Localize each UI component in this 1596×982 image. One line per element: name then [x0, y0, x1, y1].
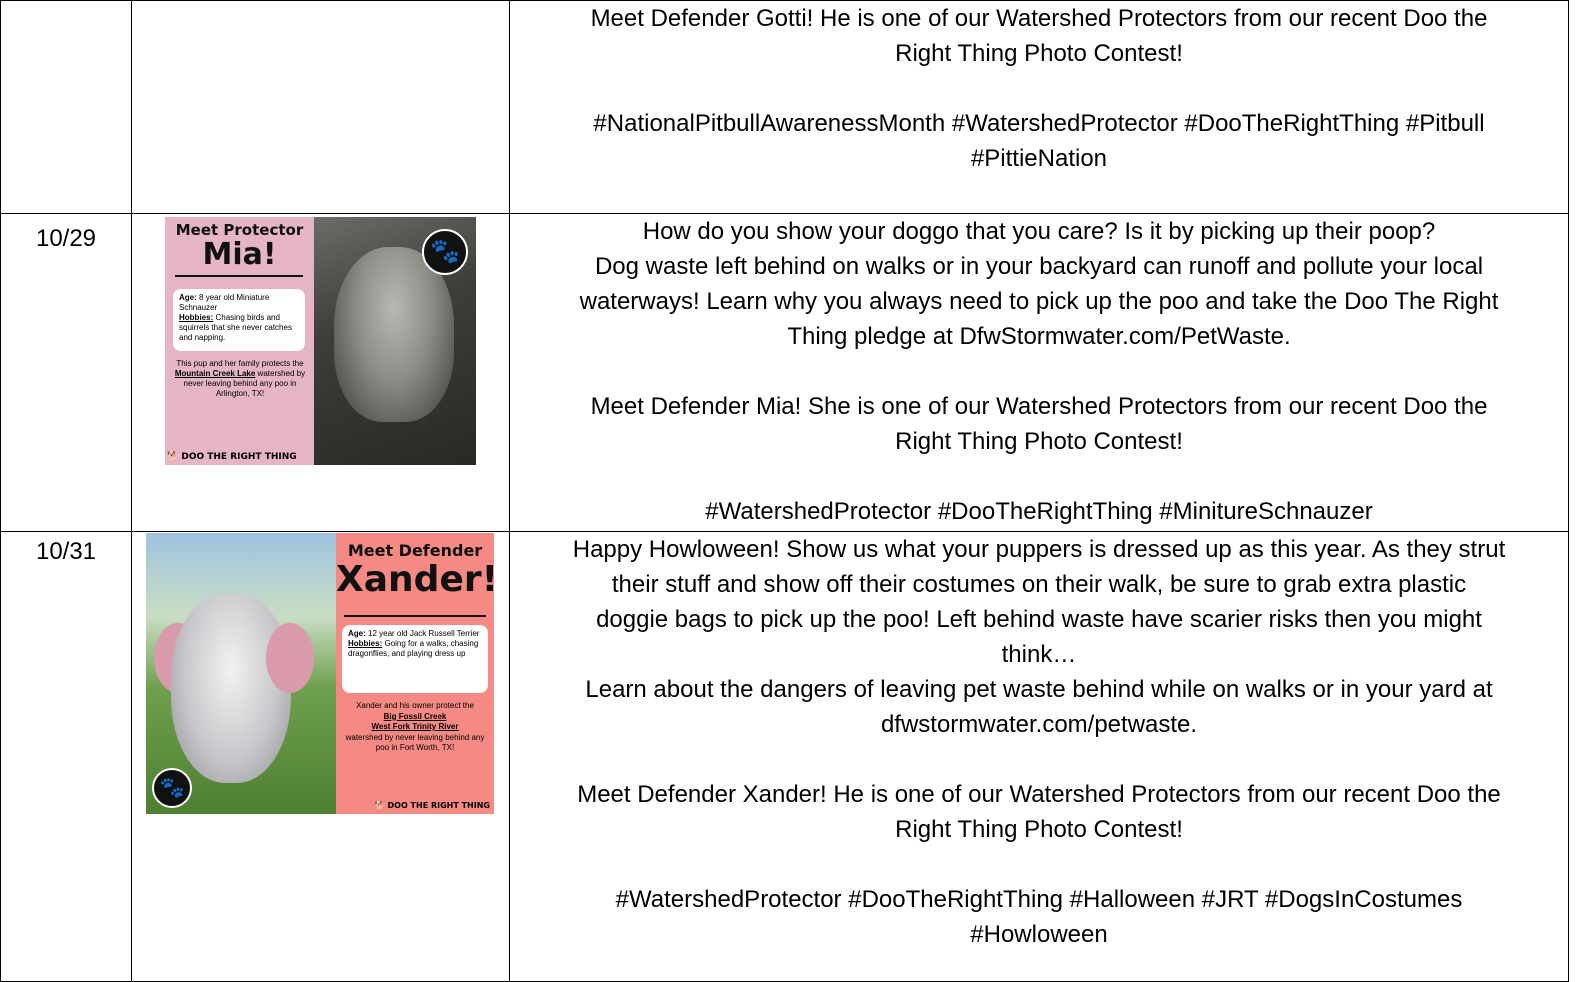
watershed-description: This pup and her family protects the Mou… — [171, 359, 309, 399]
text-line: dfwstormwater.com/petwaste. — [880, 711, 1198, 738]
hashtags-line: #WatershedProtector #DooTheRightThing #H… — [615, 886, 1463, 913]
paw-icon: 🐾 — [422, 229, 468, 275]
hashtags-line: #PittieNation — [970, 145, 1108, 172]
costume-ear — [266, 623, 314, 693]
desc-text: Xander and his owner protect the — [356, 701, 474, 710]
hashtags-line: #Howloween — [970, 921, 1108, 948]
dog-silhouette-icon: 🐕 — [167, 452, 179, 462]
text-line: Meet Defender Mia! She is one of our Wat… — [590, 393, 1488, 420]
text-line: think… — [1001, 641, 1077, 668]
text-line: Thing pledge at DfwStormwater.com/PetWas… — [787, 323, 1291, 350]
hashtags-line: #NationalPitbullAwarenessMonth #Watershe… — [593, 110, 1485, 137]
xander-post-graphic: Meet Defender Xander! Age: 12 year old J… — [146, 533, 494, 814]
info-card: Age: 8 year old Miniature Schnauzer Hobb… — [173, 289, 305, 351]
text-line: Meet Defender Gotti! He is one of our Wa… — [590, 5, 1488, 32]
brand-text: DOO THE RIGHT THING — [181, 452, 297, 462]
brand-text: DOO THE RIGHT THING — [387, 801, 490, 810]
text-line: Happy Howloween! Show us what your puppe… — [572, 536, 1506, 563]
table-row: Meet Defender Gotti! He is one of our Wa… — [0, 0, 1569, 214]
text-line: Learn about the dangers of leaving pet w… — [585, 676, 1493, 703]
post-text-cell: Happy Howloween! Show us what your puppe… — [509, 531, 1569, 982]
info-card: Age: 12 year old Jack Russell Terrier Ho… — [342, 625, 488, 693]
text-line: How do you show your doggo that you care… — [642, 218, 1436, 245]
age-value: 12 year old Jack Russell Terrier — [368, 629, 480, 638]
dog-silhouette-icon: 🐕 — [374, 801, 385, 810]
text-line: doggie bags to pick up the poo! Left beh… — [596, 606, 1482, 633]
divider — [344, 615, 486, 617]
watershed-description: Xander and his owner protect the Big Fos… — [338, 701, 492, 754]
text-line: Meet Defender Xander! He is one of our W… — [577, 781, 1501, 808]
date-cell: 10/29 — [0, 213, 132, 532]
text-line: Right Thing Photo Contest! — [895, 40, 1183, 67]
schedule-table: Meet Defender Gotti! He is one of our Wa… — [0, 0, 1569, 982]
date-cell: 10/31 — [0, 531, 132, 982]
paw-icon: 🐾 — [152, 768, 192, 808]
age-label: Age: — [179, 293, 197, 302]
post-text-cell: Meet Defender Gotti! He is one of our Wa… — [509, 0, 1569, 214]
text-line: waterways! Learn why you always need to … — [579, 288, 1499, 315]
graphic-title-name: Xander! — [336, 559, 494, 600]
desc-text: This pup and her family protects the — [176, 359, 304, 368]
hobbies-label: Hobbies: — [348, 639, 383, 648]
text-line: Right Thing Photo Contest! — [895, 428, 1183, 455]
brand-logo: 🐕 DOO THE RIGHT THING — [375, 801, 490, 810]
text-line: Right Thing Photo Contest! — [895, 816, 1183, 843]
graphic-title-small: Meet Defender — [347, 541, 483, 560]
divider — [175, 275, 303, 277]
graphic-title-name: Mia! — [202, 237, 277, 272]
watershed-name: Mountain Creek Lake — [174, 369, 256, 378]
hashtags-line: #WatershedProtector #DooTheRightThing #M… — [705, 498, 1373, 525]
terrier-image — [171, 593, 291, 783]
brand-logo: 🐕 DOO THE RIGHT THING — [167, 452, 297, 462]
post-text-cell: How do you show your doggo that you care… — [509, 213, 1569, 532]
age-label: Age: — [348, 629, 366, 638]
watershed-name: Big Fossil Creek — [383, 711, 447, 721]
text-line: their stuff and show off their costumes … — [611, 571, 1467, 598]
hobbies-label: Hobbies: — [179, 313, 214, 322]
image-cell — [131, 0, 510, 214]
watershed-name: West Fork Trinity River — [371, 722, 459, 731]
mia-post-graphic: Meet Protector Mia! Age: 8 year old Mini… — [165, 217, 476, 465]
text-line: Dog waste left behind on walks or in you… — [594, 253, 1484, 280]
date-cell — [0, 0, 132, 214]
desc-text: watershed by never leaving behind any po… — [345, 732, 485, 753]
